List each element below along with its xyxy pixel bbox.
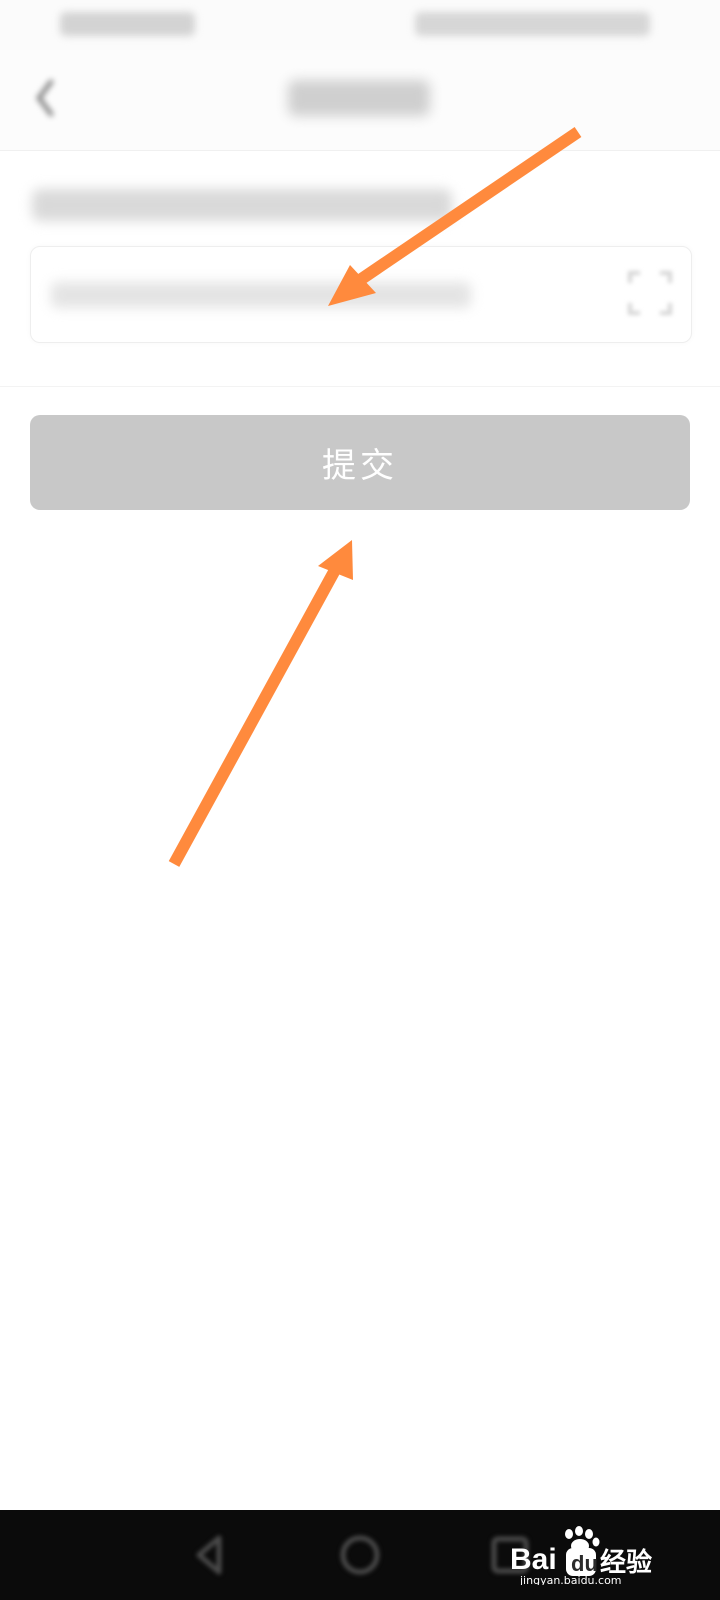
page-header [0, 50, 720, 151]
code-input-field[interactable] [30, 246, 692, 343]
svg-text:du: du [571, 1551, 598, 1576]
section-divider [0, 386, 720, 387]
svg-text:Bai: Bai [510, 1543, 557, 1576]
input-placeholder [51, 282, 471, 308]
nav-home-icon[interactable] [335, 1530, 385, 1580]
baidu-jingyan-watermark: Bai du 经验 jingyan.baidu.com [510, 1526, 652, 1585]
svg-text:jingyan.baidu.com: jingyan.baidu.com [519, 1574, 622, 1585]
back-chevron-icon [35, 79, 54, 117]
status-bar [0, 0, 720, 50]
nav-back-icon[interactable] [185, 1530, 235, 1580]
status-right-indicators [415, 12, 650, 36]
input-label [32, 189, 452, 221]
main-content [0, 151, 720, 1501]
page-title [288, 80, 430, 116]
scan-icon[interactable] [624, 267, 676, 319]
submit-button[interactable]: 提交 [30, 415, 690, 510]
back-button[interactable] [25, 78, 65, 118]
status-left-indicators [60, 12, 195, 36]
